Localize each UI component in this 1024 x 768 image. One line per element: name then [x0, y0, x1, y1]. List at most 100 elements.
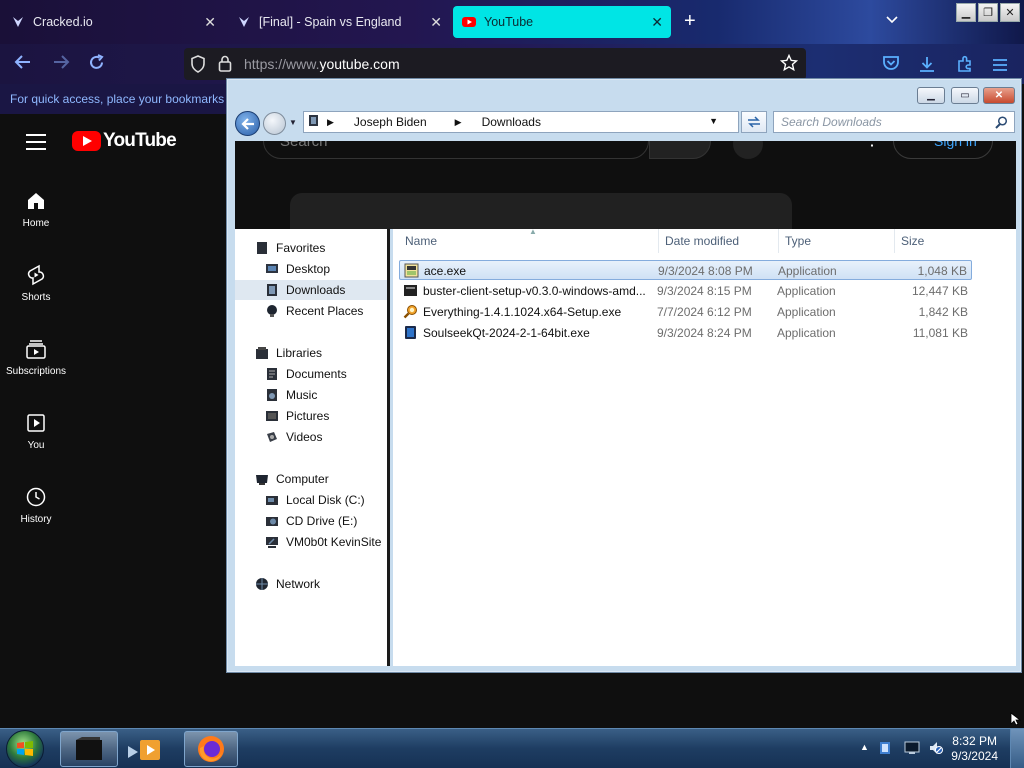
explorer-maximize-button[interactable]: ▭ [951, 87, 979, 104]
show-hidden-icons-icon[interactable]: ▲ [860, 742, 869, 752]
nav-desktop[interactable]: Desktop [265, 259, 330, 279]
nav-cd-drive[interactable]: CD Drive (E:) [265, 511, 357, 531]
explorer-minimize-button[interactable]: ▁ [917, 87, 945, 104]
file-name: SoulseekQt-2024-2-1-64bit.exe [423, 326, 590, 340]
tab-label: YouTube [484, 15, 534, 29]
nav-downloads[interactable]: Downloads [235, 280, 387, 300]
media-player-icon [128, 740, 160, 760]
yt-nav-label: Home [22, 218, 50, 229]
file-size: 1,048 KB [917, 264, 967, 278]
refresh-icon [748, 116, 760, 128]
nav-favorites[interactable]: Favorites [255, 238, 325, 258]
tab-cracked[interactable]: Cracked.io ✕ [2, 6, 224, 38]
clock-time: 8:32 PM [952, 734, 997, 748]
search-downloads-input[interactable]: Search Downloads [773, 111, 1015, 133]
youtube-logo[interactable]: YouTube [72, 130, 177, 152]
show-desktop-button[interactable] [1010, 729, 1024, 768]
taskbar-clock[interactable]: 8:32 PM 9/3/2024 [951, 734, 998, 764]
explorer-address-row: ▼ ▶ Joseph Biden ▶ Downloads ▼ Search Do… [233, 109, 1017, 137]
breadcrumb-chevron-icon[interactable]: ▶ [455, 117, 462, 128]
nav-label: Music [286, 388, 318, 402]
yt-nav-you[interactable]: You [0, 412, 72, 451]
address-dropdown-icon[interactable]: ▼ [709, 116, 718, 126]
column-header-type[interactable]: Type [779, 229, 895, 253]
yt-nav-shorts[interactable]: Shorts [0, 264, 72, 303]
downloads-folder-icon [265, 283, 279, 297]
explorer-navigation-pane: Favorites Desktop Downloads Recent Place… [235, 229, 390, 666]
nav-computer[interactable]: Computer [255, 469, 329, 489]
yt-nav-subscriptions[interactable]: Subscriptions [0, 338, 72, 377]
minimize-button[interactable]: ▁ [956, 3, 976, 22]
url-text: https://www.youtube.com [244, 56, 400, 72]
search-icon[interactable] [995, 116, 1008, 132]
nav-documents[interactable]: Documents [265, 364, 347, 384]
breadcrumb-chevron-icon[interactable]: ▶ [327, 117, 334, 128]
refresh-button[interactable] [741, 111, 767, 133]
bookmark-star-icon[interactable] [779, 53, 799, 75]
yt-search-button [649, 141, 711, 159]
nav-label: Local Disk (C:) [286, 493, 365, 507]
breadcrumb-item-user[interactable]: Joseph Biden [354, 115, 427, 129]
nav-local-disk[interactable]: Local Disk (C:) [265, 490, 365, 510]
url-bar[interactable]: https://www.youtube.com [184, 48, 806, 80]
tab-spain-vs-england[interactable]: [Final] - Spain vs England ✕ [228, 6, 450, 38]
file-size: 1,842 KB [918, 305, 968, 319]
new-tab-button[interactable]: + [684, 10, 696, 33]
mic-icon [733, 141, 763, 159]
volume-muted-icon[interactable] [928, 740, 944, 759]
network-tray-icon[interactable] [904, 741, 920, 758]
pocket-icon[interactable] [882, 55, 900, 76]
tab-youtube[interactable]: YouTube ✕ [453, 6, 671, 38]
yt-nav-home[interactable]: Home [0, 190, 72, 229]
extensions-icon[interactable] [956, 55, 974, 78]
close-icon[interactable]: ✕ [430, 14, 442, 31]
taskbar-explorer-button[interactable] [60, 731, 118, 767]
yt-nav-history[interactable]: History [0, 486, 72, 525]
file-type: Application [777, 305, 836, 319]
sort-indicator-icon: ▲ [529, 227, 537, 236]
breadcrumb-item-downloads[interactable]: Downloads [482, 115, 541, 129]
file-row[interactable]: ace.exe 9/3/2024 8:08 PM Application 1,0… [399, 260, 972, 280]
action-center-flag-icon[interactable] [878, 740, 894, 759]
installer-app-icon [403, 283, 418, 298]
nav-label: Documents [286, 367, 347, 381]
close-button[interactable]: ✕ [1000, 3, 1020, 22]
start-button[interactable] [6, 730, 44, 768]
file-row[interactable]: SoulseekQt-2024-2-1-64bit.exe 9/3/2024 8… [399, 323, 972, 343]
file-row[interactable]: Everything-1.4.1.1024.x64-Setup.exe 7/7/… [399, 302, 972, 322]
breadcrumb[interactable]: ▶ Joseph Biden ▶ Downloads ▼ [303, 111, 739, 133]
taskbar-firefox-button[interactable] [184, 731, 238, 767]
taskbar-media-player-button[interactable] [120, 731, 178, 767]
yt-nav-label: Shorts [21, 292, 51, 303]
firefox-icon [198, 736, 224, 762]
youtube-favicon-icon [461, 14, 477, 30]
explorer-forward-button[interactable] [263, 112, 286, 135]
explorer-back-button[interactable] [235, 111, 260, 136]
restore-button[interactable]: ❐ [978, 3, 998, 22]
lock-icon[interactable] [218, 55, 232, 75]
nav-network[interactable]: Network [255, 574, 320, 594]
nav-pictures[interactable]: Pictures [265, 406, 329, 426]
column-header-date[interactable]: Date modified [659, 229, 779, 253]
close-icon[interactable]: ✕ [204, 14, 216, 31]
menu-hamburger-icon[interactable] [992, 56, 1008, 77]
shield-icon[interactable] [190, 55, 206, 76]
list-all-tabs-button[interactable] [886, 12, 898, 27]
close-icon[interactable]: ✕ [651, 14, 663, 31]
nav-label: Pictures [286, 409, 330, 423]
nav-libraries[interactable]: Libraries [255, 343, 322, 363]
recent-pages-chevron-icon[interactable]: ▼ [289, 118, 297, 127]
column-header-size[interactable]: Size [895, 229, 975, 253]
explorer-close-button[interactable]: ✕ [983, 87, 1015, 104]
nav-music[interactable]: Music [265, 385, 317, 405]
nav-network-share[interactable]: VM0b0t KevinSite [265, 532, 381, 552]
nav-label: Videos [286, 430, 323, 444]
nav-recent-places[interactable]: Recent Places [265, 301, 363, 321]
nav-videos[interactable]: Videos [265, 427, 322, 447]
youtube-menu-icon[interactable] [26, 134, 46, 155]
reload-icon[interactable] [88, 54, 105, 76]
back-arrow-icon[interactable] [14, 54, 32, 75]
forward-arrow-icon[interactable] [52, 54, 70, 75]
file-row[interactable]: buster-client-setup-v0.3.0-windows-amd..… [399, 281, 972, 301]
downloads-icon[interactable] [918, 55, 936, 78]
